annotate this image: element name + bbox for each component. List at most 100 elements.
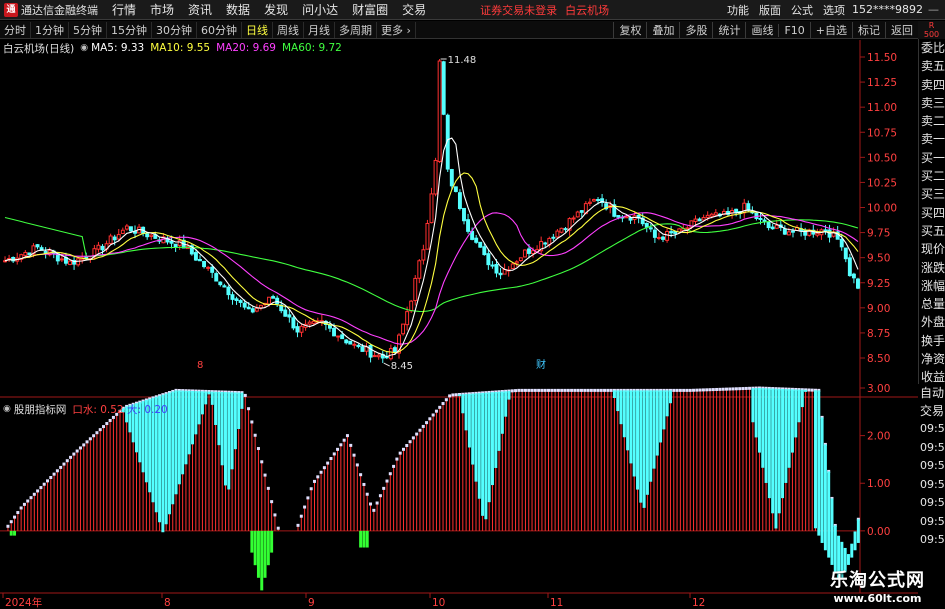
indicator-point bbox=[685, 388, 689, 392]
chart-canvas[interactable]: 11.50 11.25 11.00 10.75 10.50 10.25 10.00 9.75 9… bbox=[0, 0, 945, 609]
side-item[interactable]: 买一 bbox=[919, 149, 945, 167]
indicator-cyan-bar bbox=[626, 390, 630, 451]
indicator-point bbox=[378, 494, 382, 498]
side-item[interactable]: 卖一 bbox=[919, 130, 945, 148]
candle-body bbox=[287, 314, 292, 318]
indicator-cyan-bar bbox=[619, 390, 623, 425]
eye-icon[interactable]: ◉ bbox=[3, 404, 11, 414]
login-warning[interactable]: 证券交易未登录 bbox=[480, 2, 557, 18]
side-item[interactable]: 买五 bbox=[919, 222, 945, 240]
period-intraday[interactable]: 分时 bbox=[0, 21, 31, 38]
side-item[interactable]: 卖二 bbox=[919, 112, 945, 130]
candle-body bbox=[368, 345, 373, 358]
low-price-pointer bbox=[383, 362, 390, 367]
side-item[interactable]: 外盘 bbox=[919, 313, 945, 331]
indicator-cyan-bar bbox=[174, 390, 178, 495]
candle-body bbox=[624, 216, 629, 219]
tool-stats[interactable]: 统计 bbox=[712, 22, 745, 38]
side-item[interactable]: 买三 bbox=[919, 185, 945, 203]
indicator-point bbox=[332, 452, 336, 456]
menu-layout[interactable]: 版面 bbox=[759, 2, 781, 18]
menu-item-data[interactable]: 数据 bbox=[226, 1, 250, 18]
eye-icon[interactable]: ◉ bbox=[80, 43, 88, 53]
side-item[interactable]: 涨幅 bbox=[919, 277, 945, 295]
side-item[interactable]: 卖五 bbox=[919, 57, 945, 75]
side-item[interactable]: 买二 bbox=[919, 167, 945, 185]
indicator-point bbox=[708, 388, 712, 392]
period-monthly[interactable]: 月线 bbox=[304, 21, 335, 38]
price-tick-label: 9.50 bbox=[867, 253, 890, 265]
period-multi[interactable]: 多周期 bbox=[335, 21, 377, 38]
tool-add-favorite[interactable]: +自选 bbox=[809, 22, 852, 38]
side-item[interactable]: 卖三 bbox=[919, 94, 945, 112]
menu-options[interactable]: 选项 bbox=[823, 2, 845, 18]
indicator-green-bar bbox=[13, 530, 17, 536]
tool-f10[interactable]: F10 bbox=[778, 23, 809, 37]
indicator-point bbox=[725, 387, 729, 391]
menu-item-wealth[interactable]: 财富圈 bbox=[352, 1, 388, 18]
tool-overlay[interactable]: 叠加 bbox=[646, 22, 679, 38]
event-marker: 8 bbox=[197, 360, 203, 371]
indicator-point bbox=[395, 457, 399, 461]
candle-body bbox=[701, 217, 706, 221]
indicator-point bbox=[326, 461, 330, 465]
indicator-point bbox=[596, 388, 600, 392]
side-item[interactable]: 委比 bbox=[919, 39, 945, 57]
tool-mark[interactable]: 标记 bbox=[852, 22, 885, 38]
menu-item-trade[interactable]: 交易 bbox=[402, 1, 426, 18]
indicator-cyan-bar bbox=[649, 390, 653, 482]
side-item[interactable]: 涨跌 bbox=[919, 259, 945, 277]
tool-back[interactable]: 返回 bbox=[885, 22, 918, 38]
period-30min[interactable]: 30分钟 bbox=[152, 21, 197, 38]
period-daily[interactable]: 日线 bbox=[242, 21, 273, 38]
side-item[interactable]: 卖四 bbox=[919, 76, 945, 94]
indicator-point bbox=[434, 409, 438, 413]
indicator-point bbox=[810, 388, 814, 392]
indicator-point bbox=[322, 466, 326, 470]
value-tick-label: 1.00 bbox=[867, 478, 890, 490]
candle-body bbox=[332, 327, 336, 337]
indicator-cyan-bar bbox=[240, 392, 244, 409]
period-15min[interactable]: 15分钟 bbox=[107, 21, 152, 38]
r-badge[interactable]: R 500 bbox=[918, 21, 945, 39]
tool-adjust[interactable]: 复权 bbox=[613, 22, 646, 38]
candle-body bbox=[246, 306, 251, 310]
menu-function[interactable]: 功能 bbox=[727, 2, 749, 18]
side-item[interactable]: 买四 bbox=[919, 204, 945, 222]
menu-item-ask[interactable]: 问小达 bbox=[302, 1, 338, 18]
side-item[interactable]: 现价 bbox=[919, 240, 945, 258]
tool-draw[interactable]: 画线 bbox=[745, 22, 778, 38]
menu-item-markets[interactable]: 市场 bbox=[150, 1, 174, 18]
indicator-cyan-bar bbox=[790, 389, 794, 453]
indicator-point bbox=[692, 388, 696, 392]
indicator-point bbox=[266, 486, 270, 490]
auto-trade-label[interactable]: 交易 bbox=[918, 402, 945, 420]
indicator-cyan-bar bbox=[797, 389, 801, 423]
side-item[interactable]: 总量 bbox=[919, 295, 945, 313]
period-1min[interactable]: 1分钟 bbox=[31, 21, 69, 38]
indicator-point bbox=[372, 508, 376, 512]
side-item[interactable]: 换手 bbox=[919, 332, 945, 350]
menu-item-news[interactable]: 资讯 bbox=[188, 1, 212, 18]
period-more[interactable]: 更多 › bbox=[377, 21, 416, 38]
period-5min[interactable]: 5分钟 bbox=[69, 21, 107, 38]
tool-multi-stock[interactable]: 多股 bbox=[679, 22, 712, 38]
period-60min[interactable]: 60分钟 bbox=[197, 21, 242, 38]
chart-title: 白云机场(日线) bbox=[3, 42, 75, 55]
menu-formula[interactable]: 公式 bbox=[791, 2, 813, 18]
auto-trade-label[interactable]: 自动 bbox=[918, 384, 945, 402]
candle-body bbox=[482, 246, 487, 256]
candle-body bbox=[437, 60, 442, 163]
minimize-icon[interactable]: — bbox=[928, 3, 939, 16]
period-weekly[interactable]: 周线 bbox=[273, 21, 304, 38]
indicator-cyan-bar bbox=[464, 394, 468, 431]
side-item[interactable]: 净资 bbox=[919, 350, 945, 368]
menu-item-market[interactable]: 行情 bbox=[112, 1, 136, 18]
user-account[interactable]: 152****9892 bbox=[852, 3, 923, 16]
menu-item-discover[interactable]: 发现 bbox=[264, 1, 288, 18]
candle-body bbox=[356, 344, 361, 347]
candle-body bbox=[392, 347, 397, 353]
candle-body bbox=[417, 260, 422, 279]
indicator-cyan-bar bbox=[784, 389, 788, 483]
indicator-point bbox=[49, 475, 53, 479]
